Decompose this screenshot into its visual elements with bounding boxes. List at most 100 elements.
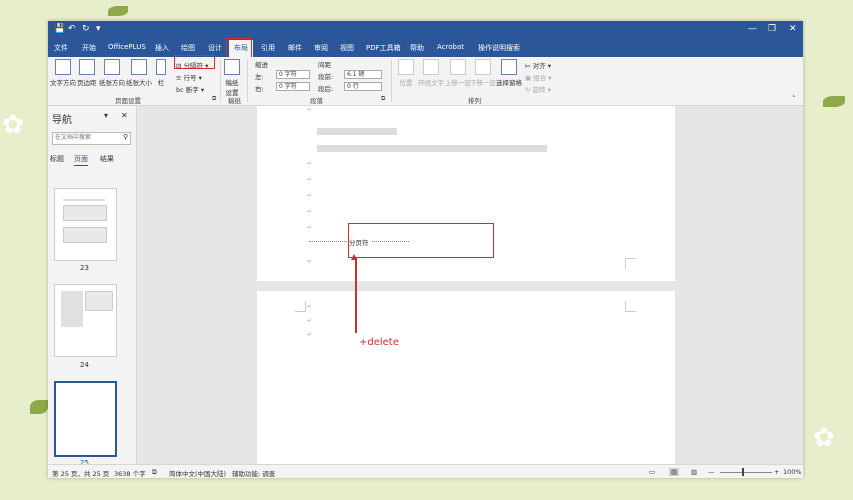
status-language[interactable]: 简体中文(中国大陆) <box>169 468 226 478</box>
tab-file[interactable]: 文件 <box>54 43 68 53</box>
web-layout-icon[interactable]: ▥ <box>691 468 697 476</box>
paragraph-mark: ↵ <box>307 176 313 183</box>
nav-tab-pages[interactable]: 页面 <box>74 154 88 166</box>
tab-pdf-tools[interactable]: PDF工具箱 <box>366 43 401 53</box>
status-bar: 第 25 页，共 25 页 3638 个字 ⧉ 简体中文(中国大陆) 辅助功能:… <box>48 464 803 478</box>
manuscript-settings-button[interactable]: 稿纸 设置 <box>224 59 240 97</box>
leaf-decoration <box>108 6 128 16</box>
tab-home[interactable]: 开始 <box>82 43 96 53</box>
status-accessibility[interactable]: 辅助功能: 调查 <box>232 468 275 478</box>
document-canvas: ↵ ↵ ↵ ↵ ↵ ↵ 分页符 ↵ ↵ ↵ ↵ ▲ +delete <box>137 106 803 464</box>
tab-draw[interactable]: 绘图 <box>181 43 195 53</box>
indent-left-field[interactable]: 0 字符 <box>276 70 310 79</box>
tab-design[interactable]: 设计 <box>208 43 222 53</box>
status-word-count[interactable]: 3638 个字 <box>114 468 146 478</box>
align-icon: ⊨ <box>525 62 533 70</box>
collapse-ribbon-icon[interactable]: ˄ <box>792 95 796 103</box>
tell-me-search[interactable]: 操作说明搜索 <box>478 43 520 53</box>
zoom-out-button[interactable]: — <box>708 468 715 476</box>
tab-insert[interactable]: 插入 <box>155 43 169 53</box>
divider <box>247 60 248 102</box>
send-backward-icon <box>475 59 491 75</box>
flower-decoration: ✿ <box>813 423 835 453</box>
orientation-button[interactable]: 纸张方向 <box>99 59 125 87</box>
minimize-button[interactable]: — <box>748 24 757 34</box>
page-setup-launcher-icon[interactable]: ⧉ <box>212 95 216 103</box>
customize-toolbar-icon[interactable]: ▾ <box>96 24 101 34</box>
page-thumbnail[interactable] <box>54 284 117 357</box>
annotation-arrow-line <box>355 258 357 333</box>
proofing-icon[interactable]: ⧉ <box>152 468 157 477</box>
print-layout-icon[interactable]: ▤ <box>669 468 680 476</box>
paragraph-mark: ↵ <box>307 192 313 199</box>
tab-officeplus[interactable]: OfficePLUS <box>108 43 146 51</box>
search-icon[interactable]: ⚲ <box>123 133 128 141</box>
line-numbers-button[interactable]: ≡ 行号 ▾ <box>176 72 202 82</box>
paper-size-icon <box>131 59 147 75</box>
redo-icon[interactable]: ↻ <box>82 24 90 34</box>
zoom-slider[interactable] <box>720 472 772 473</box>
nav-tab-results[interactable]: 结果 <box>100 154 114 164</box>
indent-left-label: 左: <box>255 73 264 81</box>
highlight-breaks-button <box>174 55 215 69</box>
flower-decoration: ✿ <box>2 110 24 140</box>
restore-button[interactable]: ❐ <box>768 24 776 34</box>
nav-search-input[interactable] <box>53 133 112 142</box>
group-objects-button[interactable]: ▣ 组合 ▾ <box>525 72 552 82</box>
zoom-level[interactable]: 100% <box>783 468 802 476</box>
columns-button[interactable]: 栏 <box>156 59 166 87</box>
text-direction-button[interactable]: 文字方向 <box>50 59 76 87</box>
position-button[interactable]: 位置 <box>398 59 414 87</box>
read-mode-icon[interactable]: ▭ <box>649 468 655 476</box>
nav-close-icon[interactable]: ✕ <box>121 111 128 120</box>
wrap-text-button[interactable]: 环绕文字 <box>418 59 444 87</box>
tab-help[interactable]: 帮助 <box>410 43 424 53</box>
size-button[interactable]: 纸张大小 <box>126 59 152 87</box>
hyphenation-button[interactable]: bc 断字 ▾ <box>176 84 204 94</box>
zoom-slider-thumb[interactable] <box>742 468 744 476</box>
save-icon[interactable]: 💾 <box>54 24 65 34</box>
orientation-icon <box>104 59 120 75</box>
divider <box>220 60 221 102</box>
ribbon-layout: 文字方向 页边距 纸张方向 纸张大小 栏 ⊟ 分隔符 ▾ ≡ 行号 ▾ bc 断… <box>48 57 803 106</box>
page-thumbnail-selected[interactable] <box>54 381 117 457</box>
status-page-count[interactable]: 第 25 页，共 25 页 <box>52 468 109 478</box>
nav-tab-headings[interactable]: 标题 <box>50 154 64 164</box>
indent-right-field[interactable]: 0 字符 <box>276 82 310 91</box>
spacing-before-field[interactable]: 6.1 磅 <box>344 70 382 79</box>
tab-acrobat[interactable]: Acrobat <box>437 43 464 51</box>
rotate-button[interactable]: ↻ 旋转 ▾ <box>525 84 551 94</box>
thumbnail-page-number: 23 <box>80 264 89 272</box>
indent-right-label: 右: <box>255 85 264 93</box>
hyphenation-icon: bc <box>176 86 186 94</box>
nav-search-box[interactable]: ⚲ <box>52 132 131 145</box>
title-bar: 💾 ↶ ↻ ▾ — ❐ ✕ <box>48 21 803 39</box>
tab-view[interactable]: 视图 <box>340 43 354 53</box>
group-label-arrange: 排列 <box>468 97 481 105</box>
arrow-up-icon: ▲ <box>351 252 358 261</box>
align-button[interactable]: ⊨ 对齐 ▾ <box>525 60 551 70</box>
margin-corner-mark <box>625 258 636 269</box>
navigation-pane: 导航 ▾ ✕ ⚲ 标题 页面 结果 23 24 25 <box>48 106 137 467</box>
paragraph-launcher-icon[interactable]: ⧉ <box>381 95 385 103</box>
tab-mailings[interactable]: 邮件 <box>288 43 302 53</box>
page-thumbnail[interactable] <box>54 188 117 261</box>
leaf-decoration <box>823 96 845 107</box>
spacing-title: 间距 <box>318 61 331 69</box>
leaf-decoration <box>30 400 48 414</box>
nav-options-icon[interactable]: ▾ <box>104 111 108 120</box>
close-button[interactable]: ✕ <box>789 24 797 34</box>
undo-icon[interactable]: ↶ <box>68 24 76 34</box>
columns-icon <box>156 59 166 75</box>
selection-pane-button[interactable]: 选择窗格 <box>496 59 522 87</box>
tab-references[interactable]: 引用 <box>261 43 275 53</box>
send-backward-button[interactable]: 下移一层 <box>470 59 496 87</box>
spacing-before-label: 段前: <box>318 73 334 81</box>
tab-review[interactable]: 审阅 <box>314 43 328 53</box>
paragraph-mark: ↵ <box>307 106 313 113</box>
spacing-after-field[interactable]: 0 行 <box>344 82 382 91</box>
paragraph-mark: ↵ <box>307 258 313 265</box>
bring-forward-button[interactable]: 上移一层 <box>445 59 471 87</box>
margins-button[interactable]: 页边距 <box>77 59 97 87</box>
zoom-in-button[interactable]: + <box>774 468 779 476</box>
